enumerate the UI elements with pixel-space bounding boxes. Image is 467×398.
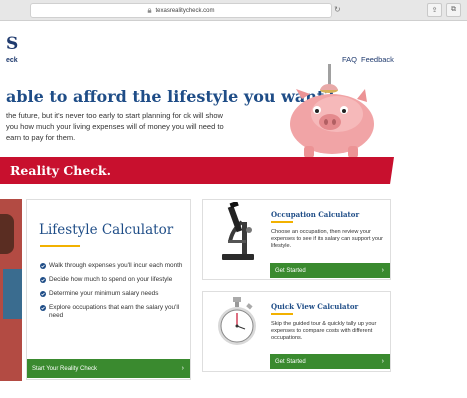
url-text: texasrealitycheck.com [155,7,215,14]
share-button[interactable]: ⇪ [427,3,442,17]
check-icon [40,305,46,311]
chevron-right-icon: › [381,358,384,365]
nav-feedback-link[interactable]: Feedback [361,55,394,64]
quick-view-calculator-title: Quick View Calculator [271,302,359,311]
list-item-text: Determine your minimum salary needs [49,290,159,297]
nav-faq-link[interactable]: FAQ [342,55,357,64]
button-label: Get Started [275,358,306,365]
list-item-text: Walk through expenses you'll incur each … [49,262,183,269]
button-label: Start Your Reality Check [32,365,98,372]
quick-view-calculator-description: Skip the guided tour & quickly tally up … [271,321,377,341]
list-item: Determine your minimum salary needs [40,290,190,298]
list-item: Explore occupations that earn the salary… [40,304,190,320]
list-item-text: Explore occupations that earn the salary… [49,304,180,319]
occupation-calculator-description: Choose an occupation, then review your e… [271,229,383,249]
list-item-text: Decide how much to spend on your lifesty… [49,276,173,283]
check-icon [40,277,46,283]
microscope-illustration [222,202,254,260]
banner-title: Reality Check. [10,163,111,178]
tabs-button[interactable]: ⧉ [446,3,461,17]
occupation-calculator-title: Occupation Calculator [271,210,360,219]
site-logo-subtitle: eck [6,57,18,64]
list-item: Walk through expenses you'll incur each … [40,262,190,270]
site-logo[interactable]: S [6,34,18,54]
occupation-get-started-button[interactable]: Get Started › [270,263,390,278]
title-underline [40,245,80,247]
hero-intro: the future, but it's never too early to … [6,111,224,142]
check-icon [40,263,46,269]
tabs-icon: ⧉ [451,6,456,13]
lock-icon [147,8,152,13]
address-bar[interactable]: texasrealitycheck.com [30,3,332,18]
lifestyle-calculator-title: Lifestyle Calculator [39,222,174,238]
title-underline [271,313,293,315]
quick-view-get-started-button[interactable]: Get Started › [270,354,390,369]
browser-toolbar: texasrealitycheck.com ↻ ⇪ ⧉ [0,0,467,21]
title-underline [271,221,293,223]
chevron-right-icon: › [381,267,384,274]
start-reality-check-button[interactable]: Start Your Reality Check › [27,359,190,378]
stopwatch-illustration [218,297,256,345]
list-item: Decide how much to spend on your lifesty… [40,276,190,284]
button-label: Get Started [275,267,306,274]
lifestyle-feature-list: Walk through expenses you'll incur each … [40,262,190,326]
share-icon: ⇪ [431,7,438,14]
piggy-bank-illustration [290,64,374,158]
check-icon [40,291,46,297]
person-photo [0,199,22,381]
reload-icon[interactable]: ↻ [334,5,341,14]
chevron-right-icon: › [181,365,184,372]
